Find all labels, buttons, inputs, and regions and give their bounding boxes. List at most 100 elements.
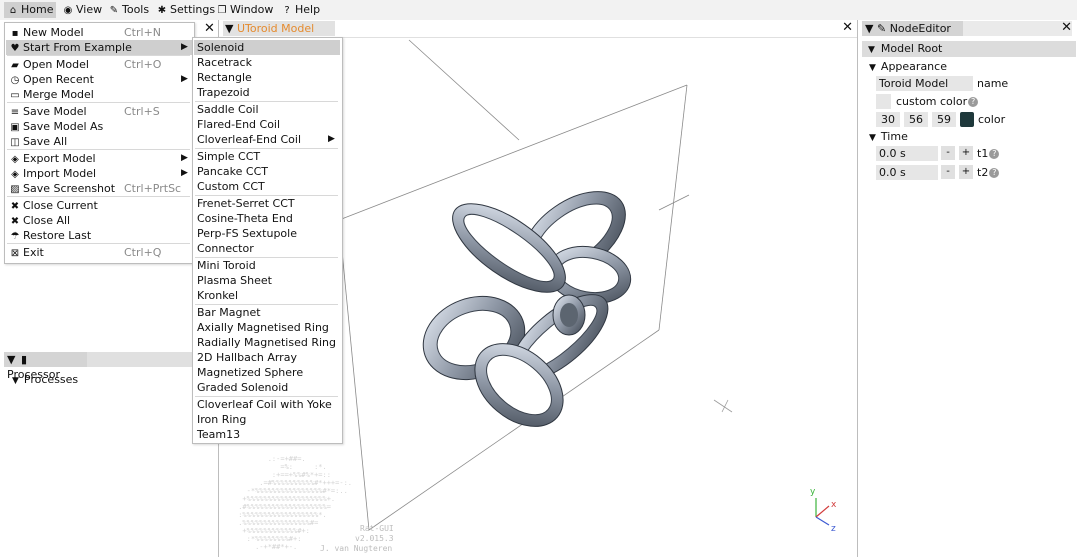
home-menu-item[interactable]: ☂ Restore Last [6,228,192,243]
t1-field[interactable]: 0.0 s [876,146,938,161]
menu-item-label: Frenet-Serret CCT [197,197,295,210]
appearance-label: Appearance [880,60,947,73]
example-menu-item[interactable]: Frenet-Serret CCT [194,196,340,211]
example-menu-item[interactable]: Racetrack [194,55,340,70]
help-icon[interactable]: ? [968,97,979,107]
menu-item-label: Save All [23,135,68,148]
tree-item-appearance[interactable]: ▼ Appearance [869,59,947,76]
t1-increment-button[interactable]: + [959,146,973,160]
example-menu-item[interactable]: Cosine-Theta End [194,211,340,226]
color-g-field[interactable]: 56 [904,112,928,127]
example-menu-item[interactable]: Trapezoid [194,85,340,100]
tab-processor[interactable]: ▼ ▮ Processor [4,352,87,381]
custom-color-label: custom color [896,95,968,108]
menu-item-label: Rectangle [197,71,252,84]
collapse-triangle-icon[interactable]: ▼ [7,353,15,366]
home-menu-item[interactable]: ♥ Start From Example ▶ [6,40,192,55]
home-menu-item[interactable]: ▨ Save Screenshot Ctrl+PrtSc [6,181,192,196]
heart-icon: ♥ [10,43,20,54]
home-menu-item[interactable]: ✖ Close Current [6,198,192,213]
help-icon[interactable]: ? [989,168,1000,178]
node-editor-tab-bar: ▼ ✎ NodeEditor ✕ [862,20,1072,36]
home-menu-item[interactable]: ◈ Import Model ▶ [6,166,192,181]
umbrella-icon: ☂ [10,231,20,242]
menu-view[interactable]: ◉ View [59,2,105,18]
example-menu-item[interactable]: Rectangle [194,70,340,85]
custom-color-checkbox[interactable] [876,94,891,109]
home-menu-item[interactable]: ▪ New Model Ctrl+N [6,25,192,40]
home-menu-item[interactable]: ◷ Open Recent ▶ [6,72,192,87]
example-menu-item[interactable]: Plasma Sheet [194,273,340,288]
example-menu-item[interactable]: Custom CCT [194,179,340,194]
example-menu-item[interactable]: Saddle Coil [194,102,340,117]
home-menu-item[interactable]: ◈ Export Model ▶ [6,151,192,166]
menu-settings[interactable]: ✱ Settings [153,2,218,18]
shortcut-label: Ctrl+N [124,26,162,39]
color-b-field[interactable]: 59 [932,112,956,127]
color-swatch[interactable] [960,112,974,127]
home-menu-item[interactable]: ✖ Close All [6,213,192,228]
example-menu-item[interactable]: Kronkel [194,288,340,303]
home-menu-item[interactable]: ▰ Open Model Ctrl+O [6,57,192,72]
example-menu-item[interactable]: Solenoid [194,40,340,55]
collapse-triangle-icon[interactable]: ▼ [865,22,873,35]
tree-item-model-root[interactable]: ▼ Model Root [862,41,1076,57]
example-menu-item[interactable]: Graded Solenoid [194,380,340,395]
menu-home[interactable]: ⌂ Home [4,2,57,18]
example-menu-item[interactable]: 2D Hallbach Array [194,350,340,365]
save-all-icon: ◫ [10,137,20,148]
example-menu-item[interactable]: Iron Ring [194,412,340,427]
home-menu-item[interactable]: ◫ Save All [6,134,192,149]
toroid-model[interactable] [411,174,641,443]
example-menu-item[interactable]: Magnetized Sphere [194,365,340,380]
example-menu-item[interactable]: Team13 [194,427,340,442]
axis-x-label: x [831,500,837,510]
expand-triangle-icon[interactable]: ▼ [12,376,19,386]
menu-separator [195,195,338,196]
menu-item-label: 2D Hallbach Array [197,351,297,364]
help-icon[interactable]: ? [989,149,1000,159]
t2-field[interactable]: 0.0 s [876,165,938,180]
close-icon[interactable]: ✕ [204,21,215,36]
menu-item-label: Flared-End Coil [197,118,281,131]
t2-decrement-button[interactable]: - [941,165,955,179]
example-menu-item[interactable]: Pancake CCT [194,164,340,179]
tab-node-editor[interactable]: ▼ ✎ NodeEditor [862,21,963,36]
home-menu-item[interactable]: ▣ Save Model As [6,119,192,134]
home-menu-item[interactable]: ▭ Merge Model [6,87,192,102]
t2-increment-button[interactable]: + [959,165,973,179]
t2-label: t2 [977,166,989,179]
t1-decrement-button[interactable]: - [941,146,955,160]
example-menu-item[interactable]: Simple CCT [194,149,340,164]
menu-separator [195,396,338,397]
menu-separator [195,101,338,102]
model-root-label: Model Root [880,42,943,55]
database-icon: ≡ [10,107,20,118]
example-menu-item[interactable]: Connector [194,241,340,256]
example-menu-item[interactable]: Cloverleaf Coil with Yoke [194,397,340,412]
example-menu-item[interactable]: Cloverleaf-End Coil ▶ [194,132,340,147]
menu-tools[interactable]: ✎ Tools [105,2,152,18]
example-menu-item[interactable]: Mini Toroid [194,258,340,273]
example-menu-item[interactable]: Axially Magnetised Ring [194,320,340,335]
example-menu-item[interactable]: Bar Magnet [194,305,340,320]
example-menu-item[interactable]: Radially Magnetised Ring [194,335,340,350]
menu-window[interactable]: ❐ Window [213,2,276,18]
menu-help-label: Help [295,3,321,16]
close-node-editor-icon[interactable]: ✕ [1061,20,1072,35]
tree-item-processes[interactable]: ▼ Processes [12,373,78,386]
edit-icon: ✎ [876,22,887,35]
menu-help[interactable]: ? Help [278,2,323,18]
color-r-field[interactable]: 30 [876,112,900,127]
expand-triangle-icon[interactable]: ▼ [869,63,876,73]
expand-triangle-icon[interactable]: ▼ [869,133,876,143]
home-menu-item[interactable]: ≡ Save Model Ctrl+S [6,104,192,119]
expand-triangle-icon[interactable]: ▼ [868,45,875,55]
model-name-field[interactable]: Toroid Model [876,76,973,91]
menu-item-label: Open Model [23,58,89,71]
example-menu-item[interactable]: Perp-FS Sextupole [194,226,340,241]
tree-item-time[interactable]: ▼ Time [869,129,908,146]
example-menu-item[interactable]: Flared-End Coil [194,117,340,132]
shortcut-label: Ctrl+O [124,58,162,71]
home-menu-item[interactable]: ⊠ Exit Ctrl+Q [6,245,192,260]
